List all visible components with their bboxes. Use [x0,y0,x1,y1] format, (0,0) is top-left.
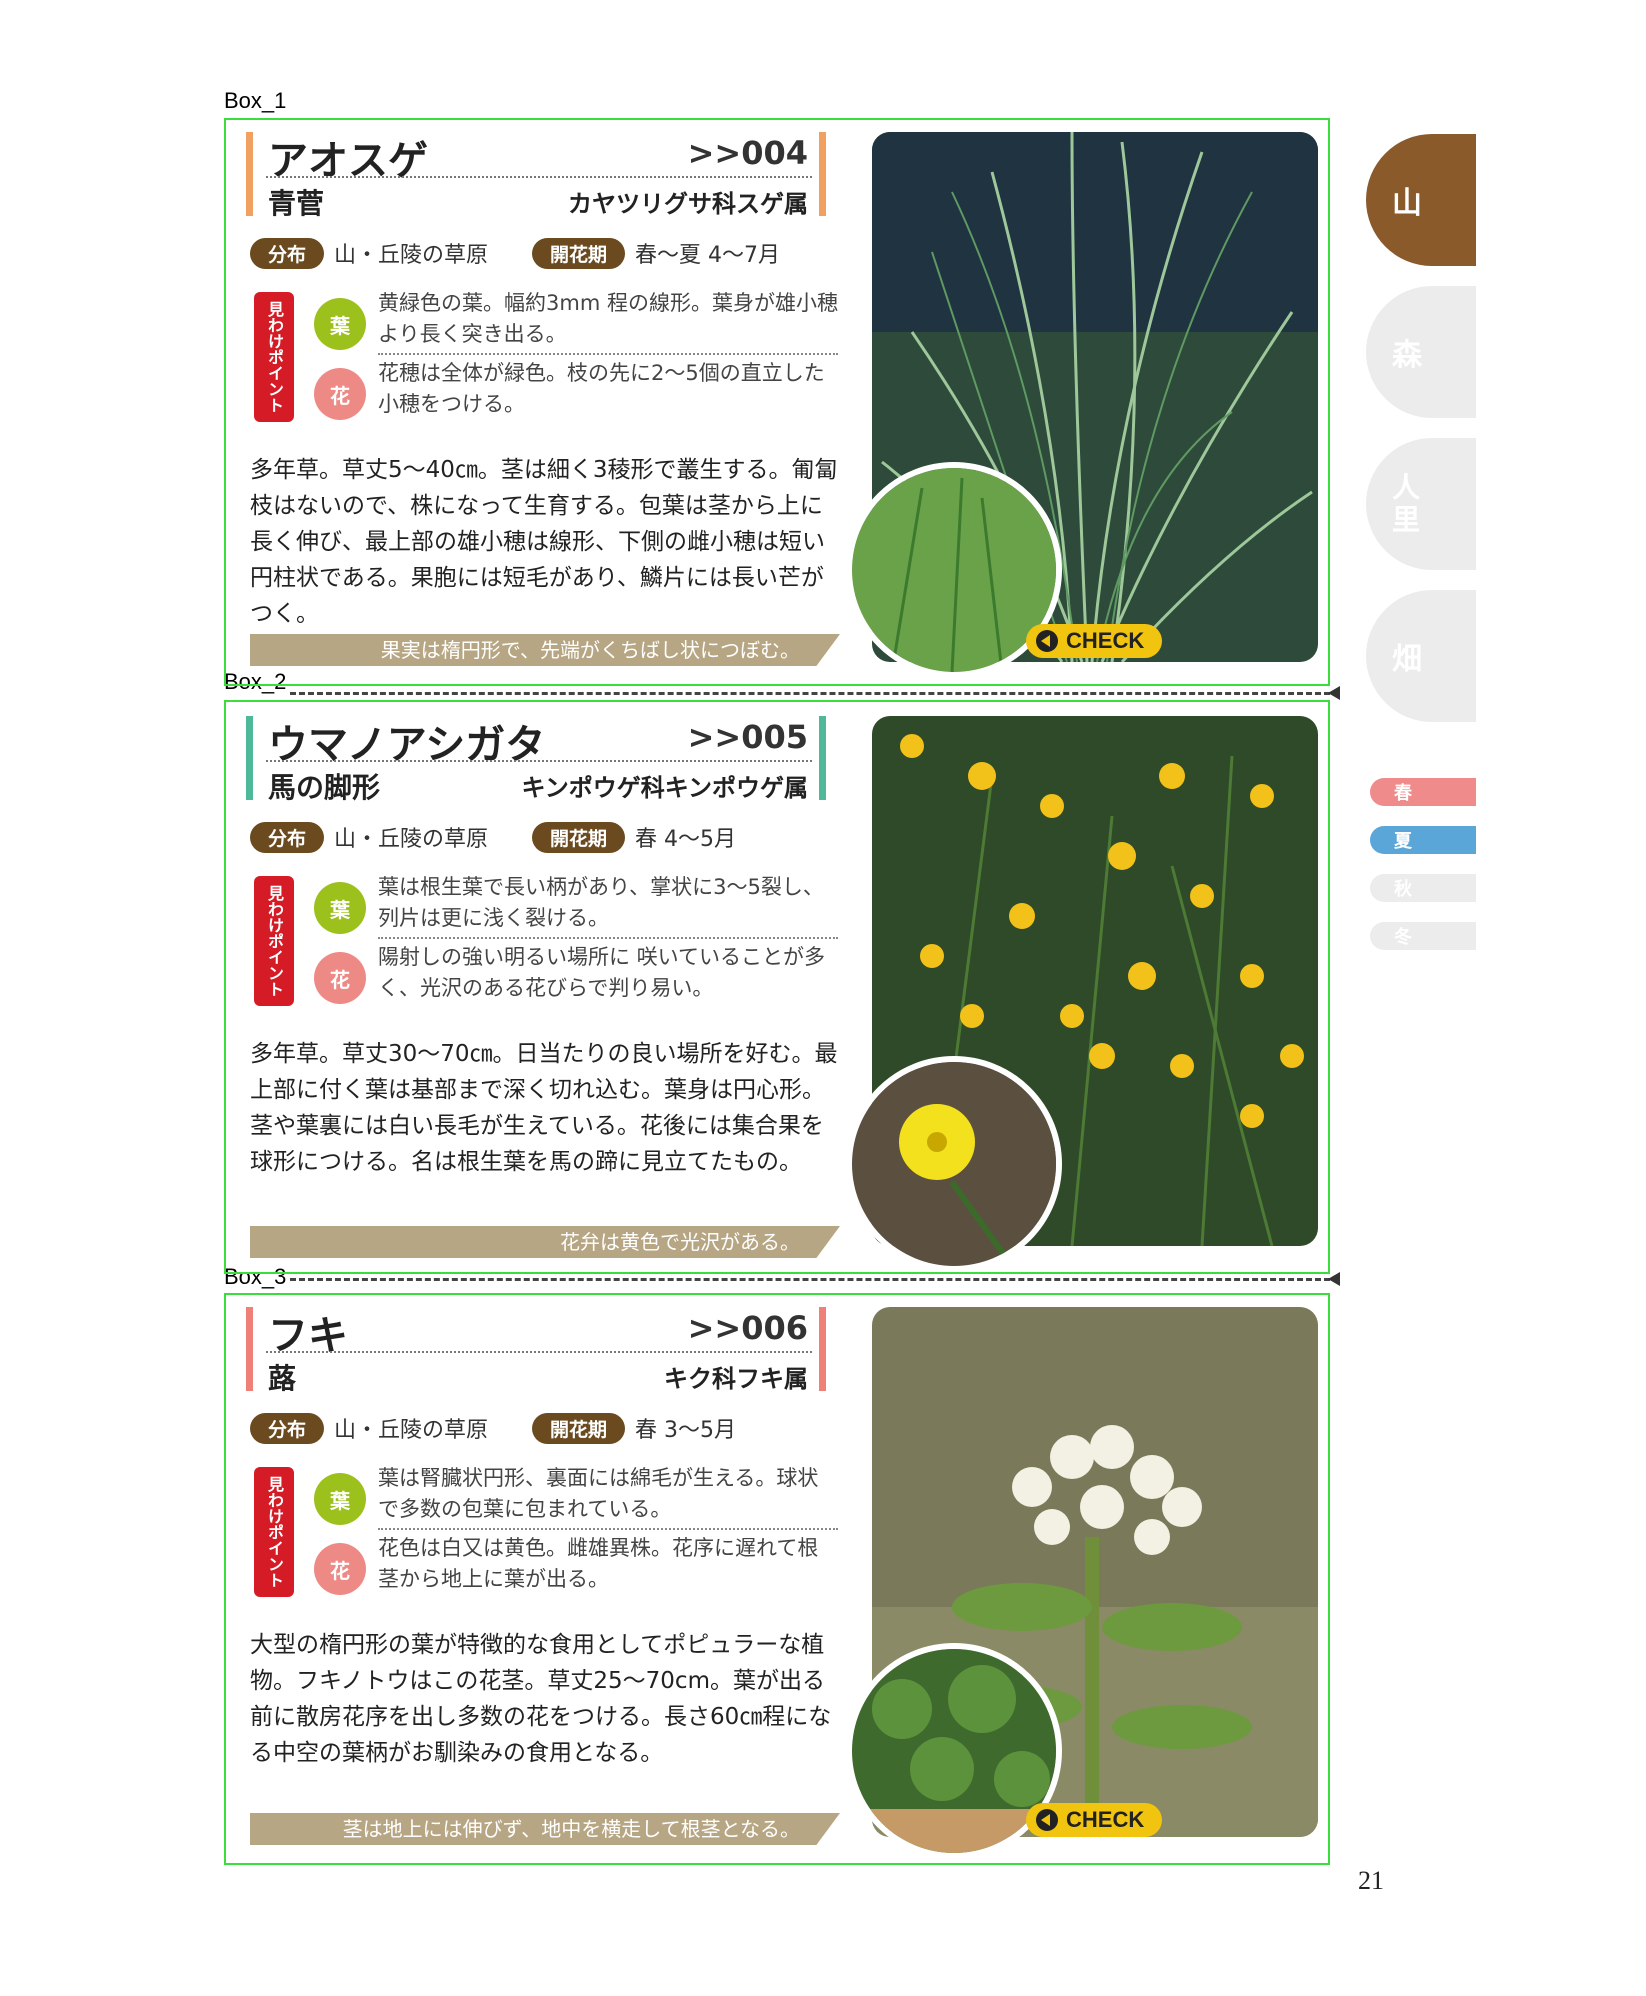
identification-points-label: 見わけポイント [254,876,294,1006]
divider-dashed [290,686,1340,700]
distribution-value: 山・丘陵の草原 [334,1418,489,1443]
side-tab-field[interactable]: 畑 [1366,590,1476,722]
title-bar: アオスゲ >>004 青菅 カヤツリグサ科スゲ属 [246,132,826,220]
arrow-left-icon [1036,1809,1058,1831]
season-tab-autumn[interactable]: 秋 [1370,874,1476,902]
distribution-tag: 分布 [250,237,325,269]
distribution-tag: 分布 [250,1412,325,1444]
check-button[interactable]: CHECK [1026,1803,1163,1837]
meta-row: 分布 山・丘陵の草原 開花期 春 4～5月 [250,821,780,853]
plant-kanji: 青菅 [268,187,325,220]
flower-point: 花色は白又は黄色。雌雄異株。花序に遅れて根茎から地上に葉が出る。 [378,1536,819,1591]
dotted-divider [378,1528,838,1530]
plant-number: >>005 [687,718,808,756]
flower-point: 陽射しの強い明るい場所に 咲いていることが多く、光沢のある花びらで判り易い。 [378,945,826,1000]
divider-dashed [290,1272,1340,1286]
plant-kanji: 蕗 [268,1362,297,1395]
title-bar: フキ >>006 蕗 キク科フキ属 [246,1307,826,1395]
meta-row: 分布 山・丘陵の草原 開花期 春～夏 4～7月 [250,237,824,269]
plant-family: カヤツリグサ科スゲ属 [568,190,808,218]
dotted-divider [266,176,812,178]
side-tab-village-label: 人里 [1392,471,1421,536]
description: 大型の楕円形の葉が特徴的な食用としてポピュラーな植物。フキノトウはこの花茎。草丈… [250,1632,832,1766]
dotted-divider [378,353,838,355]
flower-point: 花穂は全体が緑色。枝の先に2～5個の直立した小穂をつける。 [378,361,825,416]
side-tab-mountain[interactable]: 山 [1366,134,1476,266]
plant-number: >>006 [687,1309,808,1347]
description: 多年草。草丈30～70㎝。日当たりの良い場所を好む。最上部に付く葉は基部まで深く… [250,1041,838,1175]
bloom-tag: 開花期 [532,821,626,853]
plant-family: キク科フキ属 [664,1365,808,1393]
leaf-point: 葉は根生葉で長い柄があり、掌状に3～5裂し、列片は更に浅く裂ける。 [378,875,824,930]
bloom-tag: 開花期 [532,1412,626,1444]
plant-card-aosuge: アオスゲ >>004 青菅 カヤツリグサ科スゲ属 分布 山・丘陵の草原 開花期 … [224,122,1330,682]
flower-icon: 花 [314,952,366,1004]
meta-row: 分布 山・丘陵の草原 開花期 春 3～5月 [250,1412,780,1444]
plant-number: >>004 [687,134,808,172]
page-number: 21 [1358,1866,1384,1895]
accent-bar [246,132,253,216]
identification-points-label: 見わけポイント [254,292,294,422]
leaf-icon: 葉 [314,882,366,934]
check-label: CHECK [1066,1807,1145,1832]
box-label-1: Box_1 [224,88,287,113]
plant-card-fuki: フキ >>006 蕗 キク科フキ属 分布 山・丘陵の草原 開花期 春 3～5月 … [224,1297,1330,1861]
flower-icon: 花 [314,1543,366,1595]
accent-bar [246,1307,253,1391]
season-tab-spring[interactable]: 春 [1370,778,1476,806]
distribution-value: 山・丘陵の草原 [334,243,489,268]
bloom-tag: 開花期 [532,237,626,269]
leaf-point: 黄緑色の葉。幅約3mm 程の線形。葉身が雄小穂より長く突き出る。 [378,291,838,346]
bloom-value: 春～夏 4～7月 [635,243,781,268]
bloom-value: 春 4～5月 [635,827,737,852]
side-tab-forest[interactable]: 森 [1366,286,1476,418]
season-tab-summer[interactable]: 夏 [1370,826,1476,854]
side-tab-village[interactable]: 人里 [1366,438,1476,570]
dotted-divider [266,1351,812,1353]
feature-ribbon: 果実は楕円形で、先端がくちばし状につぼむ。 [250,634,840,666]
plant-kanji: 馬の脚形 [268,771,381,804]
distribution-value: 山・丘陵の草原 [334,827,489,852]
accent-bar [819,716,826,800]
identification-points-label: 見わけポイント [254,1467,294,1597]
inset-photo-buttercup [846,1056,1062,1272]
title-bar: ウマノアシガタ >>005 馬の脚形 キンポウゲ科キンポウゲ属 [246,716,826,804]
plant-card-umanoashigata: ウマノアシガタ >>005 馬の脚形 キンポウゲ科キンポウゲ属 分布 山・丘陵の… [224,706,1330,1272]
leaf-icon: 葉 [314,298,366,350]
bloom-value: 春 3～5月 [635,1418,737,1443]
accent-bar [819,132,826,216]
distribution-tag: 分布 [250,821,325,853]
feature-ribbon: 花弁は黄色で光沢がある。 [250,1226,840,1258]
dotted-divider [378,937,838,939]
arrow-left-icon [1036,630,1058,652]
feature-ribbon: 茎は地上には伸びず、地中を横走して根茎となる。 [250,1813,840,1845]
leaf-point: 葉は腎臓状円形、裏面には綿毛が生える。球状で多数の包葉に包まれている。 [378,1466,819,1521]
leaf-icon: 葉 [314,1473,366,1525]
accent-bar [819,1307,826,1391]
season-tab-winter[interactable]: 冬 [1370,922,1476,950]
description: 多年草。草丈5～40㎝。茎は細く3稜形で叢生する。匍匐枝はないので、株になって生… [250,457,838,627]
plant-family: キンポウゲ科キンポウゲ属 [521,774,808,802]
flower-icon: 花 [314,368,366,420]
accent-bar [246,716,253,800]
check-label: CHECK [1066,628,1145,653]
dotted-divider [266,760,812,762]
check-button[interactable]: CHECK [1026,624,1163,658]
